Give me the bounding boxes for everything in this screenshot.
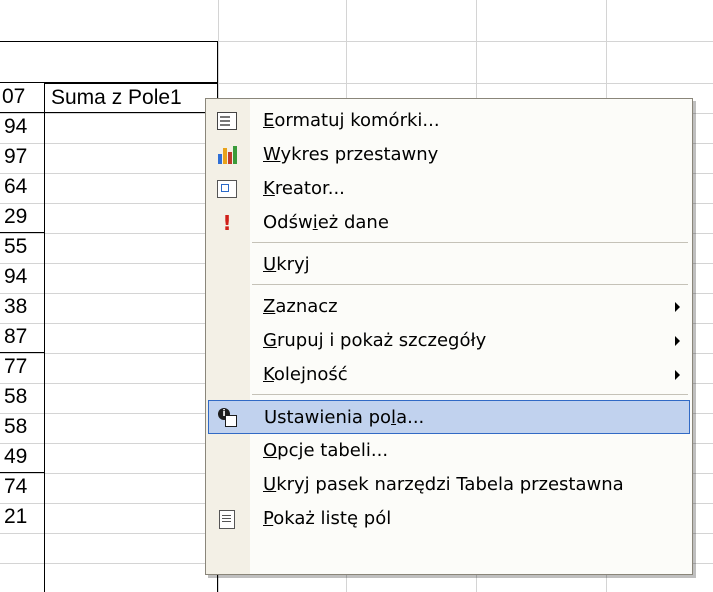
row-label[interactable]: 58 <box>4 383 44 411</box>
menu-separator <box>252 242 688 243</box>
pivot-chart-icon <box>216 144 238 166</box>
context-menu: Eormatuj komórki... Wykres przestawny Krea… <box>205 98 693 575</box>
menu-item-ukryj-pasek-narzędzi-tabela-przestawna[interactable]: Ukryj pasek narzędzi Tabela przestawna <box>208 468 690 502</box>
menu-item-label: Kreator... <box>263 178 345 199</box>
submenu-arrow-icon <box>675 336 680 346</box>
refresh-data-icon: ! <box>222 211 232 235</box>
menu-item-label: Grupuj i pokaż szczegóły <box>263 330 487 351</box>
submenu-arrow-icon <box>675 302 680 312</box>
row-label[interactable]: 21 <box>4 503 44 531</box>
menu-separator <box>252 394 688 395</box>
menu-separator <box>252 284 688 285</box>
menu-item-wykres-przestawny[interactable]: Wykres przestawny <box>208 138 690 172</box>
data-field-header-label: Suma z Pole1 <box>51 86 182 109</box>
row-label[interactable]: 29 <box>4 203 44 231</box>
row-label[interactable]: 58 <box>4 413 44 441</box>
menu-item-ustawienia-pola[interactable]: i Ustawienia pola... <box>208 400 690 434</box>
row-label[interactable]: 38 <box>4 293 44 321</box>
row-label[interactable]: 74 <box>4 473 44 501</box>
row-label[interactable]: 94 <box>4 263 44 291</box>
menu-item-grupuj-i-pokaż-szczegóły[interactable]: Grupuj i pokaż szczegóły <box>208 324 690 358</box>
row-field-header[interactable]: 07 <box>0 83 44 113</box>
data-field-header-cell[interactable]: Suma z Pole1 <box>44 83 218 113</box>
row-label[interactable]: 97 <box>4 143 44 171</box>
menu-item-label: Opcje tabeli... <box>263 440 389 461</box>
row-label[interactable]: 49 <box>4 443 44 471</box>
field-settings-icon: i <box>217 407 239 429</box>
row-label[interactable]: 55 <box>4 233 44 261</box>
field-list-icon <box>216 508 238 530</box>
menu-item-label: Pokaż listę pól <box>263 508 392 529</box>
format-cells-icon <box>216 110 238 132</box>
menu-item-pokaż-listę-pól[interactable]: Pokaż listę pól <box>208 502 690 536</box>
menu-item-zaznacz[interactable]: Zaznacz <box>208 290 690 324</box>
menu-item-label: Ustawienia pola... <box>264 407 425 428</box>
menu-item-label: Kolejność <box>263 364 348 385</box>
menu-item-label: Odśwież dane <box>263 212 389 233</box>
menu-item-eormatuj-komórki[interactable]: Eormatuj komórki... <box>208 104 690 138</box>
menu-item-opcje-tabeli[interactable]: Opcje tabeli... <box>208 434 690 468</box>
row-field-header-label: 07 <box>2 85 26 108</box>
wizard-icon <box>216 178 238 200</box>
row-label[interactable]: 94 <box>4 113 44 141</box>
menu-item-label: Eormatuj komórki... <box>263 110 440 131</box>
menu-item-label: Zaznacz <box>263 296 338 317</box>
submenu-arrow-icon <box>675 370 680 380</box>
row-label[interactable]: 87 <box>4 323 44 351</box>
menu-item-kreator[interactable]: Kreator... <box>208 172 690 206</box>
pivot-page-field-area[interactable] <box>0 41 218 83</box>
menu-item-label: Ukryj pasek narzędzi Tabela przestawna <box>263 474 624 495</box>
row-label[interactable]: 64 <box>4 173 44 201</box>
row-label[interactable]: 77 <box>4 353 44 381</box>
menu-item-label: Wykres przestawny <box>263 144 439 165</box>
menu-item-odśwież-dane[interactable]: ! Odśwież dane <box>208 206 690 240</box>
menu-item-kolejność[interactable]: Kolejność <box>208 358 690 392</box>
menu-item-label: Ukryj <box>263 254 310 275</box>
menu-item-ukryj[interactable]: Ukryj <box>208 248 690 282</box>
